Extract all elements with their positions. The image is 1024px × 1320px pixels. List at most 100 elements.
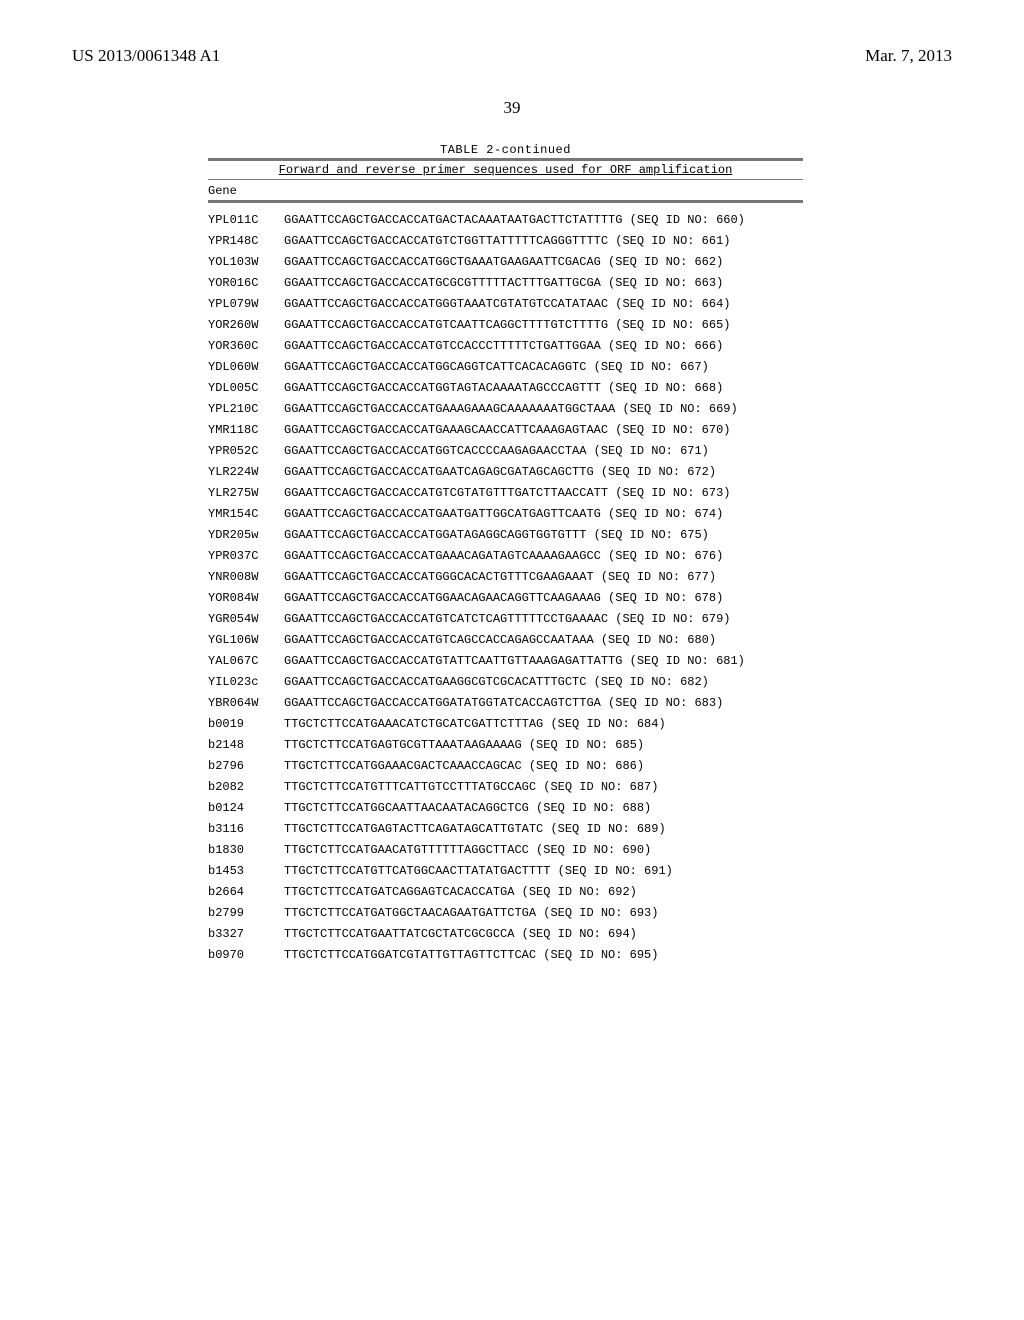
sequence-cell: GGAATTCCAGCTGACCACCATGGCTGAAATGAAGAATTCG… (284, 256, 803, 268)
table-row: YLR224WGGAATTCCAGCTGACCACCATGAATCAGAGCGA… (208, 461, 803, 482)
sequence-cell: GGAATTCCAGCTGACCACCATGTCGTATGTTTGATCTTAA… (284, 487, 803, 499)
sequence-cell: TTGCTCTTCCATGGATCGTATTGTTAGTTCTTCAC (SEQ… (284, 949, 803, 961)
table-row: YBR064WGGAATTCCAGCTGACCACCATGGATATGGTATC… (208, 692, 803, 713)
gene-cell: YAL067C (208, 655, 284, 667)
table-row: YNR008WGGAATTCCAGCTGACCACCATGGGCACACTGTT… (208, 566, 803, 587)
table-row: YOR084WGGAATTCCAGCTGACCACCATGGAACAGAACAG… (208, 587, 803, 608)
table-row: b2664TTGCTCTTCCATGATCAGGAGTCACACCATGA (S… (208, 881, 803, 902)
table-row: YPR037CGGAATTCCAGCTGACCACCATGAAACAGATAGT… (208, 545, 803, 566)
table-title: TABLE 2-continued (208, 144, 803, 156)
gene-cell: YMR154C (208, 508, 284, 520)
gene-cell: b1830 (208, 844, 284, 856)
sequence-cell: GGAATTCCAGCTGACCACCATGTCTGGTTATTTTTCAGGG… (284, 235, 803, 247)
sequence-cell: TTGCTCTTCCATGAGTGCGTTAAATAAGAAAAG (SEQ I… (284, 739, 803, 751)
gene-cell: YLR275W (208, 487, 284, 499)
table-row: YPL079WGGAATTCCAGCTGACCACCATGGGTAAATCGTA… (208, 293, 803, 314)
sequence-cell: GGAATTCCAGCTGACCACCATGGATAGAGGCAGGTGGTGT… (284, 529, 803, 541)
table-row: YDR205wGGAATTCCAGCTGACCACCATGGATAGAGGCAG… (208, 524, 803, 545)
table-row: b1830TTGCTCTTCCATGAACATGTTTTTTAGGCTTACC … (208, 839, 803, 860)
gene-cell: YIL023c (208, 676, 284, 688)
sequence-cell: GGAATTCCAGCTGACCACCATGAAAGAAAGCAAAAAAATG… (284, 403, 803, 415)
rule-top-1 (208, 158, 803, 161)
sequence-cell: TTGCTCTTCCATGAGTACTTCAGATAGCATTGTATC (SE… (284, 823, 803, 835)
gene-cell: YNR008W (208, 571, 284, 583)
gene-cell: YPR052C (208, 445, 284, 457)
gene-cell: YOR360C (208, 340, 284, 352)
gene-cell: YGR054W (208, 613, 284, 625)
table-row: b1453TTGCTCTTCCATGTTCATGGCAACTTATATGACTT… (208, 860, 803, 881)
gene-cell: YPL079W (208, 298, 284, 310)
sequence-cell: TTGCTCTTCCATGGCAATTAACAATACAGGCTCG (SEQ … (284, 802, 803, 814)
table-row: YAL067CGGAATTCCAGCTGACCACCATGTATTCAATTGT… (208, 650, 803, 671)
table-row: YPL011CGGAATTCCAGCTGACCACCATGACTACAAATAA… (208, 209, 803, 230)
table-row: YOL103WGGAATTCCAGCTGACCACCATGGCTGAAATGAA… (208, 251, 803, 272)
gene-cell: YOR260W (208, 319, 284, 331)
column-header-gene: Gene (208, 182, 803, 200)
sequence-cell: GGAATTCCAGCTGACCACCATGAATGATTGGCATGAGTTC… (284, 508, 803, 520)
sequence-cell: TTGCTCTTCCATGTTTCATTGTCCTTTATGCCAGC (SEQ… (284, 781, 803, 793)
gene-cell: b0970 (208, 949, 284, 961)
table-row: b2148TTGCTCTTCCATGAGTGCGTTAAATAAGAAAAG (… (208, 734, 803, 755)
gene-cell: b2796 (208, 760, 284, 772)
table-row: b0970TTGCTCTTCCATGGATCGTATTGTTAGTTCTTCAC… (208, 944, 803, 965)
gene-cell: YDR205w (208, 529, 284, 541)
gene-cell: b0019 (208, 718, 284, 730)
patent-number: US 2013/0061348 A1 (72, 46, 220, 66)
page-header: US 2013/0061348 A1 Mar. 7, 2013 (72, 46, 952, 66)
sequence-cell: TTGCTCTTCCATGAATTATCGCTATCGCGCCA (SEQ ID… (284, 928, 803, 940)
gene-cell: YOL103W (208, 256, 284, 268)
gene-cell: YDL060W (208, 361, 284, 373)
sequence-cell: GGAATTCCAGCTGACCACCATGTCCACCCTTTTTCTGATT… (284, 340, 803, 352)
sequence-cell: GGAATTCCAGCTGACCACCATGAATCAGAGCGATAGCAGC… (284, 466, 803, 478)
table-row: b2796TTGCTCTTCCATGGAAACGACTCAAACCAGCAC (… (208, 755, 803, 776)
table-row: YMR118CGGAATTCCAGCTGACCACCATGAAAGCAACCAT… (208, 419, 803, 440)
sequence-cell: GGAATTCCAGCTGACCACCATGAAAGCAACCATTCAAAGA… (284, 424, 803, 436)
gene-cell: YOR016C (208, 277, 284, 289)
gene-cell: b2082 (208, 781, 284, 793)
primer-table: TABLE 2-continued Forward and reverse pr… (208, 144, 803, 965)
table-row: YOR016CGGAATTCCAGCTGACCACCATGCGCGTTTTTAC… (208, 272, 803, 293)
table-row: b0124TTGCTCTTCCATGGCAATTAACAATACAGGCTCG … (208, 797, 803, 818)
sequence-cell: GGAATTCCAGCTGACCACCATGGAACAGAACAGGTTCAAG… (284, 592, 803, 604)
table-row: b2799TTGCTCTTCCATGATGGCTAACAGAATGATTCTGA… (208, 902, 803, 923)
table-caption: Forward and reverse primer sequences use… (208, 163, 803, 177)
gene-cell: b3116 (208, 823, 284, 835)
gene-cell: b1453 (208, 865, 284, 877)
table-row: YGR054WGGAATTCCAGCTGACCACCATGTCATCTCAGTT… (208, 608, 803, 629)
gene-cell: YBR064W (208, 697, 284, 709)
gene-cell: YLR224W (208, 466, 284, 478)
rule-mid (208, 179, 803, 180)
gene-cell: YPR148C (208, 235, 284, 247)
gene-cell: YGL106W (208, 634, 284, 646)
gene-cell: b3327 (208, 928, 284, 940)
table-row: YPR052CGGAATTCCAGCTGACCACCATGGTCACCCCAAG… (208, 440, 803, 461)
table-row: YMR154CGGAATTCCAGCTGACCACCATGAATGATTGGCA… (208, 503, 803, 524)
table-row: b3116TTGCTCTTCCATGAGTACTTCAGATAGCATTGTAT… (208, 818, 803, 839)
sequence-cell: GGAATTCCAGCTGACCACCATGGTAGTACAAAATAGCCCA… (284, 382, 803, 394)
sequence-cell: GGAATTCCAGCTGACCACCATGTATTCAATTGTTAAAGAG… (284, 655, 803, 667)
sequence-cell: TTGCTCTTCCATGAAACATCTGCATCGATTCTTTAG (SE… (284, 718, 803, 730)
gene-cell: b0124 (208, 802, 284, 814)
sequence-cell: TTGCTCTTCCATGTTCATGGCAACTTATATGACTTTT (S… (284, 865, 803, 877)
gene-cell: b2664 (208, 886, 284, 898)
table-row: YGL106WGGAATTCCAGCTGACCACCATGTCAGCCACCAG… (208, 629, 803, 650)
page: US 2013/0061348 A1 Mar. 7, 2013 39 TABLE… (0, 0, 1024, 1320)
table-row: YLR275WGGAATTCCAGCTGACCACCATGTCGTATGTTTG… (208, 482, 803, 503)
sequence-cell: GGAATTCCAGCTGACCACCATGCGCGTTTTTACTTTGATT… (284, 277, 803, 289)
table-row: YOR360CGGAATTCCAGCTGACCACCATGTCCACCCTTTT… (208, 335, 803, 356)
table-body: YPL011CGGAATTCCAGCTGACCACCATGACTACAAATAA… (208, 209, 803, 965)
gene-cell: YPL210C (208, 403, 284, 415)
sequence-cell: GGAATTCCAGCTGACCACCATGACTACAAATAATGACTTC… (284, 214, 803, 226)
table-row: YIL023cGGAATTCCAGCTGACCACCATGAAGGCGTCGCA… (208, 671, 803, 692)
table-row: YOR260WGGAATTCCAGCTGACCACCATGTCAATTCAGGC… (208, 314, 803, 335)
gene-cell: b2148 (208, 739, 284, 751)
sequence-cell: GGAATTCCAGCTGACCACCATGGTCACCCCAAGAGAACCT… (284, 445, 803, 457)
table-row: YPR148CGGAATTCCAGCTGACCACCATGTCTGGTTATTT… (208, 230, 803, 251)
gene-cell: b2799 (208, 907, 284, 919)
sequence-cell: GGAATTCCAGCTGACCACCATGAAGGCGTCGCACATTTGC… (284, 676, 803, 688)
gene-cell: YDL005C (208, 382, 284, 394)
sequence-cell: GGAATTCCAGCTGACCACCATGAAACAGATAGTCAAAAGA… (284, 550, 803, 562)
sequence-cell: GGAATTCCAGCTGACCACCATGTCAATTCAGGCTTTTGTC… (284, 319, 803, 331)
sequence-cell: GGAATTCCAGCTGACCACCATGTCATCTCAGTTTTTCCTG… (284, 613, 803, 625)
table-row: b3327TTGCTCTTCCATGAATTATCGCTATCGCGCCA (S… (208, 923, 803, 944)
